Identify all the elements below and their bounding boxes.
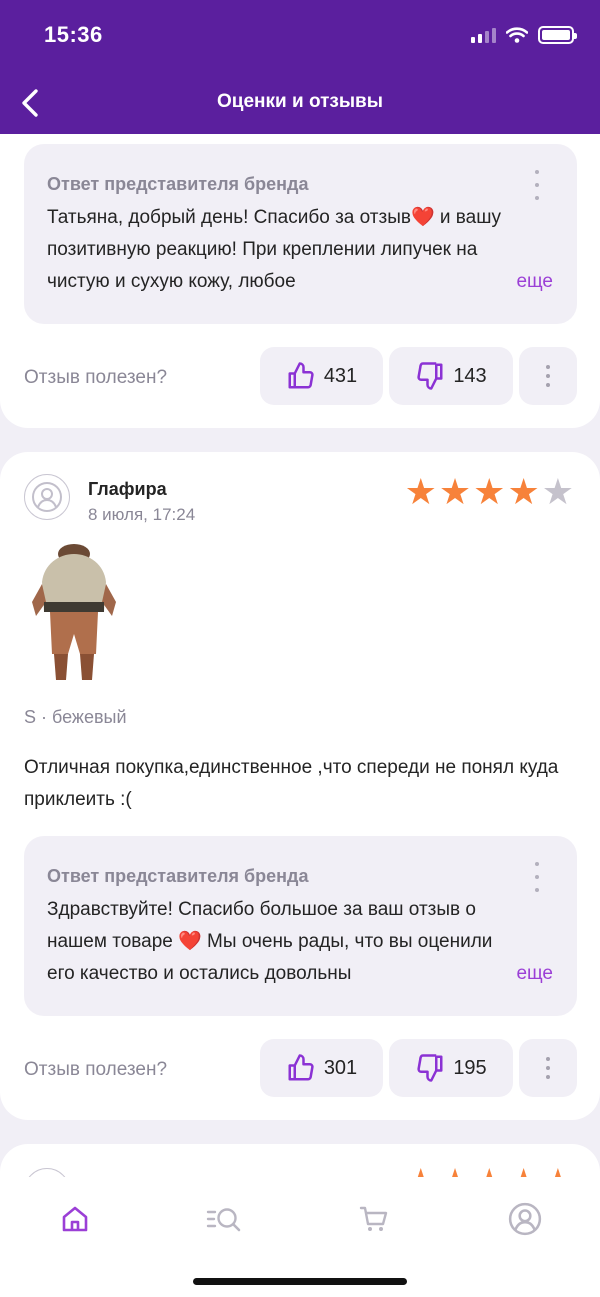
review-photo[interactable]: [24, 542, 124, 684]
reply-menu-button[interactable]: [527, 170, 547, 200]
cellular-signal-icon: [471, 27, 496, 43]
brand-reply-title: Ответ представителя бренда: [47, 866, 309, 886]
brand-reply: Ответ представителя бренда Здравствуйте!…: [24, 836, 577, 1016]
star-icon: ★: [405, 1164, 437, 1178]
battery-icon: [538, 26, 577, 44]
helpful-label: Отзыв полезен?: [24, 1059, 168, 1080]
avatar: [24, 474, 70, 520]
dislike-button[interactable]: 143: [389, 347, 513, 405]
rating-stars: ★ ★ ★ ★ ★: [405, 1164, 574, 1178]
star-icon: ★: [507, 471, 540, 512]
reviews-list[interactable]: Ответ представителя бренда Татьяна, добр…: [0, 134, 600, 1177]
thumbs-up-icon: [288, 1054, 314, 1081]
review-author: Глафира: [88, 479, 167, 499]
star-icon: ★: [473, 1164, 505, 1178]
navigation-bar: Оценки и отзывы: [0, 72, 600, 134]
star-icon: ★: [507, 1164, 539, 1178]
wifi-icon: [506, 27, 528, 43]
brand-reply-title: Ответ представителя бренда: [47, 174, 309, 194]
brand-reply-text: Татьяна, добрый день! Спасибо за отзыв❤️…: [47, 207, 501, 292]
more-vertical-icon: [546, 1057, 550, 1079]
tab-cart[interactable]: [344, 1199, 404, 1239]
reply-menu-button[interactable]: [527, 862, 547, 892]
review-more-button[interactable]: [519, 347, 577, 405]
review-card: Глафира 8 июля, 17:24 ★ ★ ★ ★ ★ S · беже…: [0, 452, 600, 1120]
star-icon: ★: [473, 471, 506, 512]
thumbs-down-icon: [417, 1054, 443, 1082]
dislike-button[interactable]: 195: [389, 1039, 513, 1097]
tab-catalog[interactable]: [195, 1199, 255, 1239]
helpful-label: Отзыв полезен?: [24, 367, 168, 388]
dislike-count: 195: [453, 1056, 487, 1079]
profile-icon: [508, 1202, 542, 1236]
status-icons: [471, 26, 577, 44]
page-title: Оценки и отзывы: [217, 91, 383, 112]
tab-home[interactable]: [45, 1199, 105, 1239]
like-button[interactable]: 301: [260, 1039, 383, 1097]
brand-reply: Ответ представителя бренда Татьяна, добр…: [24, 144, 577, 324]
home-icon: [62, 1206, 88, 1232]
star-icon: ★: [439, 1164, 471, 1178]
show-more-link[interactable]: еще: [502, 958, 553, 990]
review-card: Ответ представителя бренда Татьяна, добр…: [0, 134, 600, 428]
review-date: 8 июля, 17:24: [88, 505, 196, 524]
status-time: 15:36: [44, 22, 103, 47]
status-bar: 15:36: [0, 0, 600, 72]
review-card: ★ ★ ★ ★ ★: [0, 1144, 600, 1177]
like-count: 301: [323, 1056, 358, 1079]
review-text: Отличная покупка,единственное ,что спере…: [24, 757, 559, 810]
like-count: 431: [323, 364, 358, 387]
star-icon: ★: [542, 1164, 574, 1178]
dislike-count: 143: [453, 364, 487, 387]
brand-reply-text: Здравствуйте! Спасибо большое за ваш отз…: [47, 899, 493, 984]
rating-stars: ★ ★ ★ ★ ★: [405, 474, 574, 510]
star-icon: ★: [541, 471, 574, 512]
cart-icon: [359, 1206, 388, 1231]
review-more-button[interactable]: [519, 1039, 577, 1097]
more-vertical-icon: [546, 365, 550, 387]
star-icon: ★: [438, 471, 472, 512]
tab-profile[interactable]: [495, 1199, 555, 1239]
user-icon: [32, 482, 62, 512]
like-button[interactable]: 431: [260, 347, 383, 405]
product-variant: S · бежевый: [24, 707, 127, 727]
show-more-link[interactable]: еще: [502, 266, 553, 298]
star-icon: ★: [404, 471, 437, 512]
catalog-search-icon: [206, 1208, 241, 1232]
thumbs-up-icon: [288, 362, 314, 389]
home-indicator: [193, 1278, 407, 1285]
thumbs-down-icon: [417, 362, 443, 390]
avatar: [24, 1168, 70, 1177]
